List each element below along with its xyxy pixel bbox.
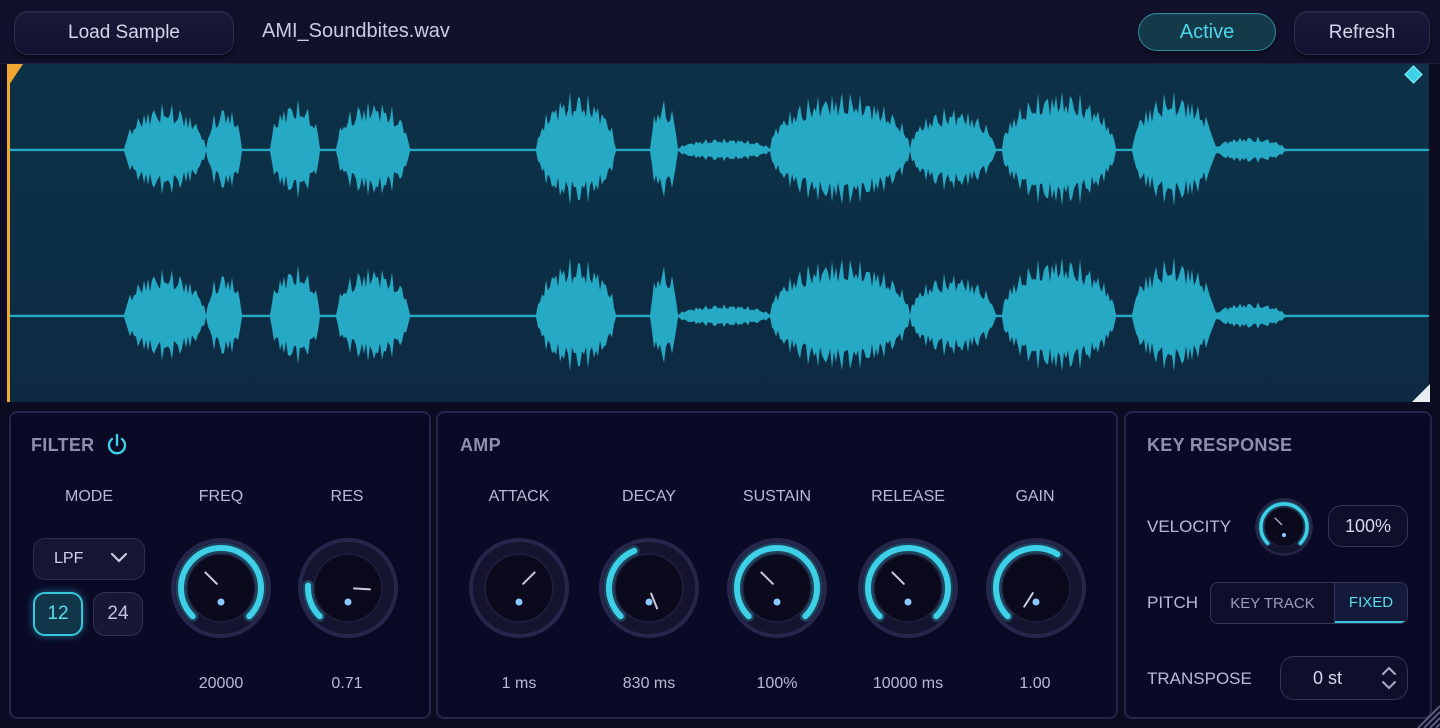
key-response-title: KEY RESPONSE [1147, 435, 1293, 455]
filter-mode-select[interactable]: LPF [33, 538, 145, 580]
active-toggle-button[interactable]: Active [1138, 13, 1276, 51]
sample-end-marker[interactable] [1412, 384, 1430, 402]
refresh-button[interactable]: Refresh [1294, 11, 1430, 55]
waveform-channel-left [10, 91, 1428, 206]
filter-power-icon[interactable] [106, 433, 128, 457]
release-label: RELEASE [871, 488, 945, 505]
sustain-label: SUSTAIN [742, 488, 812, 505]
mode-label: MODE [65, 488, 113, 505]
sample-filename: AMI_Soundbites.wav [262, 20, 450, 42]
gain-knob[interactable] [984, 536, 1088, 640]
transpose-value: 0 st [1313, 667, 1343, 688]
res-knob[interactable] [296, 536, 400, 640]
resize-grip-icon[interactable] [1410, 698, 1440, 728]
sample-start-marker[interactable] [7, 64, 23, 88]
res-label: RES [330, 488, 364, 505]
waveform-graph [10, 91, 1429, 372]
waveform-display[interactable] [7, 64, 1429, 402]
transpose-stepper[interactable]: 0 st [1280, 656, 1408, 700]
attack-label: ATTACK [488, 488, 550, 505]
load-sample-button[interactable]: Load Sample [14, 11, 234, 55]
velocity-label: VELOCITY [1147, 517, 1232, 536]
pitch-key-track-option[interactable]: KEY TRACK [1211, 583, 1335, 623]
decay-label: DECAY [622, 488, 676, 505]
decay-knob[interactable] [597, 536, 701, 640]
filter-panel: FILTER MODE LPF 12 24 FREQ 20000 RES 0.7… [9, 411, 431, 719]
res-value: 0.71 [331, 675, 363, 692]
gain-value: 1.00 [1019, 675, 1051, 692]
pitch-label: PITCH [1147, 593, 1198, 612]
key-response-panel: KEY RESPONSE VELOCITY 100% PITCH KEY TRA… [1124, 411, 1432, 719]
gain-label: GAIN [1015, 488, 1055, 505]
chevron-down-icon [110, 552, 128, 563]
transpose-label: TRANSPOSE [1147, 669, 1252, 688]
attack-value: 1 ms [501, 675, 537, 692]
velocity-knob[interactable] [1254, 497, 1314, 557]
slope-12-button[interactable]: 12 [33, 592, 83, 636]
waveform-channel-right [10, 257, 1428, 372]
freq-knob[interactable] [169, 536, 273, 640]
freq-label: FREQ [198, 488, 244, 505]
velocity-value-box[interactable]: 100% [1328, 505, 1408, 547]
decay-value: 830 ms [622, 675, 676, 692]
freq-value: 20000 [198, 675, 244, 692]
sustain-value: 100% [756, 675, 798, 692]
release-value: 10000 ms [872, 675, 944, 692]
up-down-arrows-icon[interactable] [1381, 665, 1397, 691]
slope-24-button[interactable]: 24 [93, 592, 143, 636]
attack-knob[interactable] [467, 536, 571, 640]
filter-mode-value: LPF [54, 550, 84, 567]
pitch-fixed-option[interactable]: FIXED [1335, 583, 1407, 623]
amp-title: AMP [460, 435, 501, 455]
sustain-knob[interactable] [725, 536, 829, 640]
release-knob[interactable] [856, 536, 960, 640]
filter-title: FILTER [31, 435, 95, 455]
amp-panel: AMP ATTACK 1 ms DECAY 830 ms SUSTAIN 100… [436, 411, 1118, 719]
pitch-mode-selector: KEY TRACK FIXED [1210, 582, 1408, 624]
top-bar: Load Sample AMI_Soundbites.wav Active Re… [0, 0, 1440, 64]
